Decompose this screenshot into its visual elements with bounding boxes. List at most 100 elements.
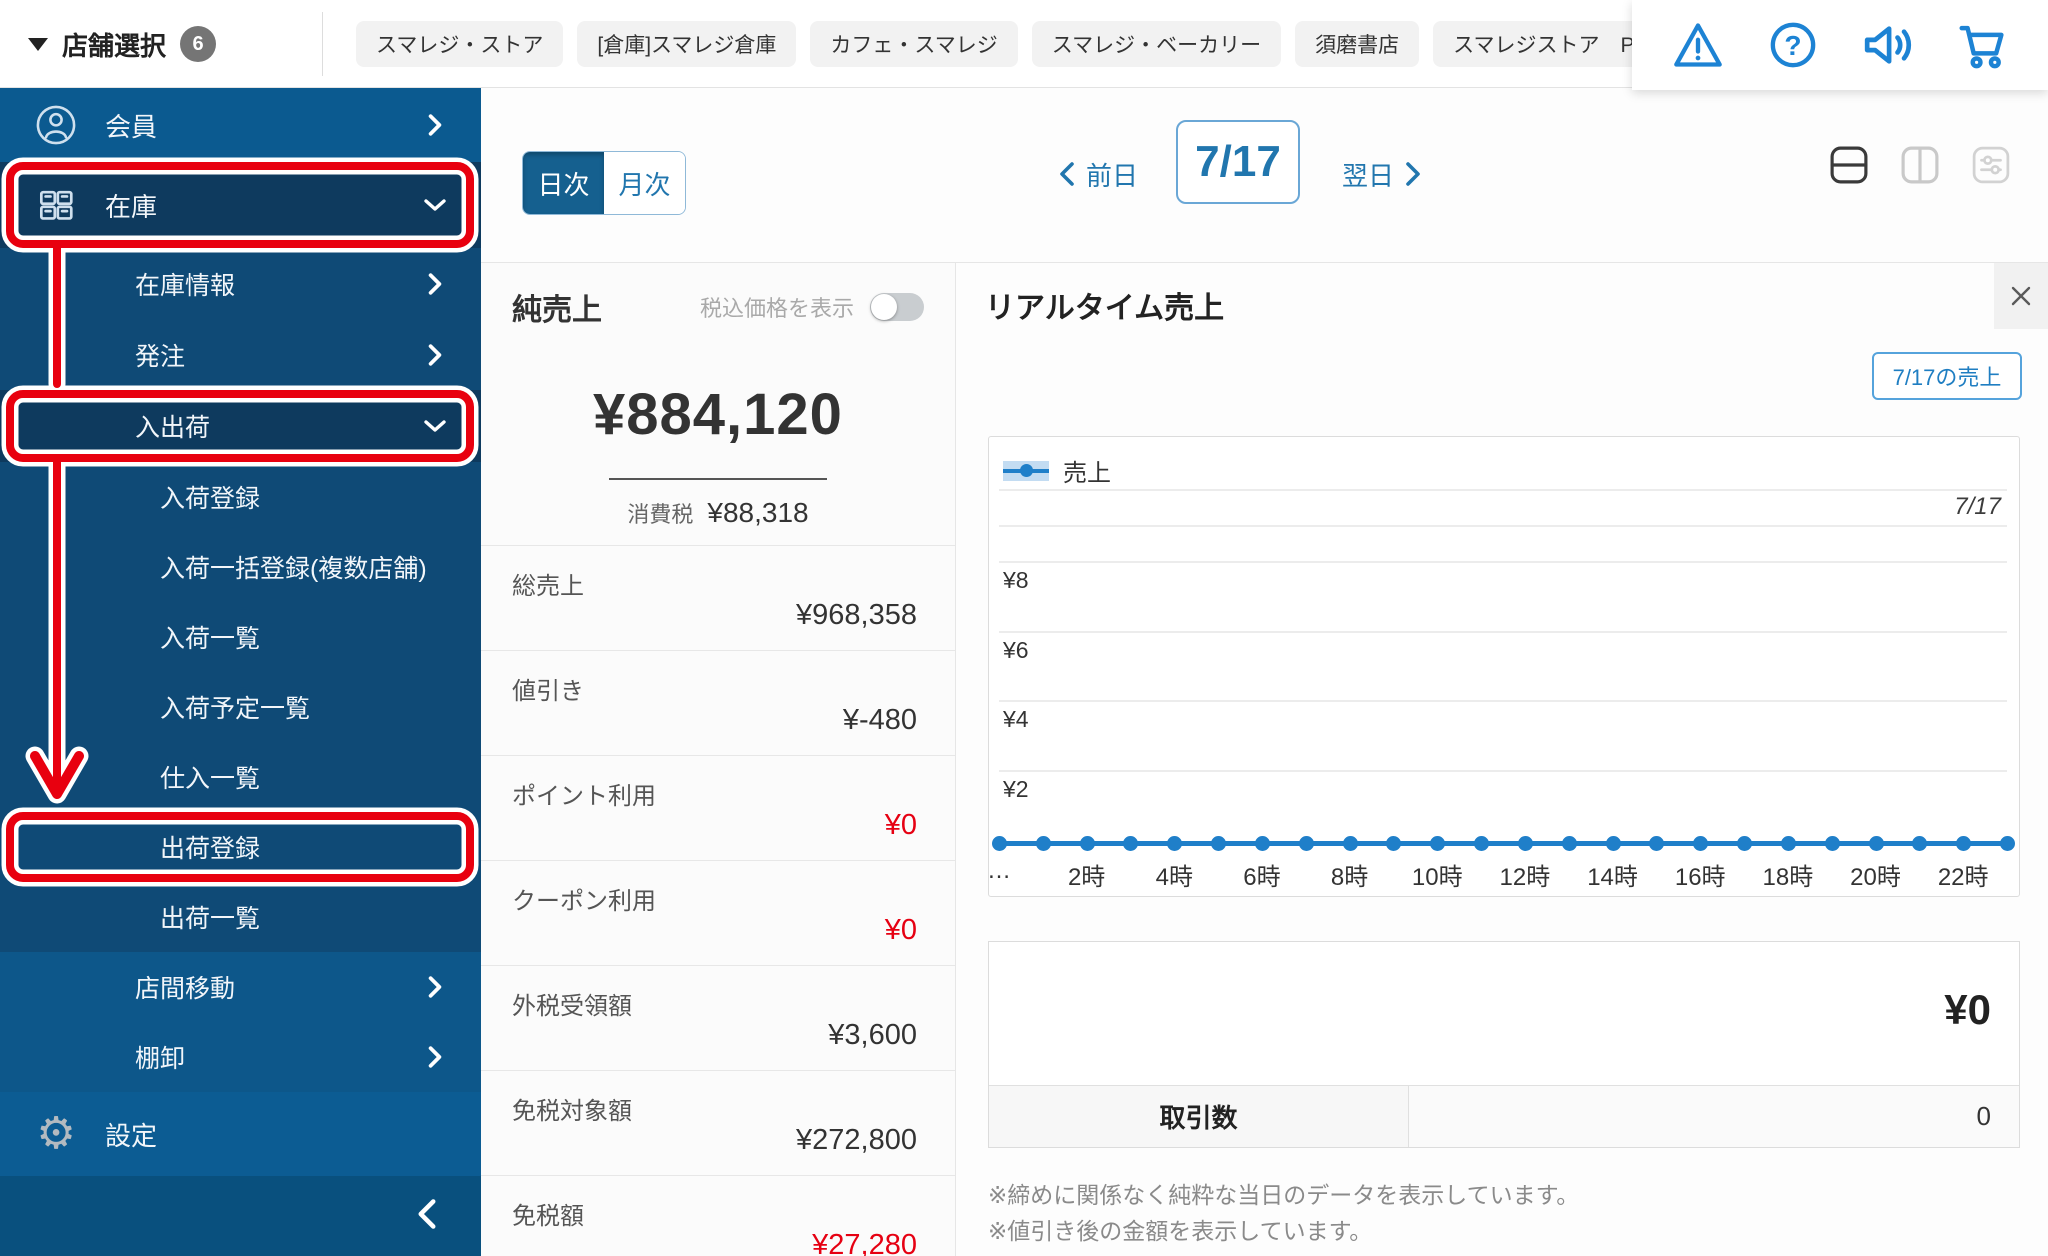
row-label: ポイント利用 (512, 783, 656, 810)
chart-legend[interactable]: 売上 (1003, 453, 1111, 488)
sidebar-item-label: 発注 (135, 343, 186, 371)
data-point (1474, 836, 1490, 851)
current-date-button[interactable]: 7/17 (1176, 120, 1300, 204)
data-point (1693, 836, 1709, 851)
sidebar-item-shipping-register[interactable]: 出荷登録 (0, 812, 481, 882)
row-value: ¥27,280 (812, 1229, 917, 1256)
data-point (1824, 836, 1840, 851)
chevron-right-icon (423, 113, 447, 137)
sidebar-item-inventory[interactable]: 在庫 (0, 162, 481, 248)
summary-row: ポイント利用 ¥0 (481, 755, 955, 860)
sidebar-item-label: 在庫情報 (135, 272, 236, 300)
announcement-icon[interactable] (1859, 17, 1915, 73)
store-tab[interactable]: [倉庫]スマレジ倉庫 (577, 21, 797, 67)
utility-icon-bar: ? (1632, 0, 2048, 90)
chart-date-annotation: 7/17 (1954, 493, 2001, 520)
daily-tab[interactable]: 日次 (523, 152, 604, 214)
sidebar-item-arrival-schedule-list[interactable]: 入荷予定一覧 (0, 672, 481, 742)
data-point (1211, 836, 1227, 851)
store-select-dropdown[interactable]: 店舗選択 6 (28, 0, 217, 88)
realtime-sales-title: リアルタイム売上 (985, 292, 1225, 325)
chevron-down-icon (423, 414, 447, 438)
sidebar-item-inventory-info[interactable]: 在庫情報 (0, 248, 481, 320)
cart-icon[interactable] (1954, 17, 2010, 73)
sidebar-item-ordering[interactable]: 発注 (0, 320, 481, 390)
data-point (1123, 836, 1139, 851)
chevron-right-icon (423, 1045, 447, 1069)
x-axis-tick-label: 16時 (1674, 864, 1726, 891)
sidebar-item-label: 入出荷 (135, 414, 211, 442)
alert-icon[interactable] (1670, 17, 1726, 73)
sidebar-item-label: 棚卸 (135, 1045, 186, 1073)
row-label: 外税受領額 (512, 993, 632, 1020)
store-select-label: 店舗選択 (62, 30, 167, 61)
sidebar-item-label: 店間移動 (135, 975, 236, 1003)
data-point (1386, 836, 1402, 851)
legend-line-marker-icon (1003, 460, 1049, 481)
divider (322, 12, 323, 76)
sidebar-item-purchase-list[interactable]: 仕入一覧 (0, 742, 481, 812)
tax-included-toggle[interactable] (870, 293, 924, 321)
store-tab[interactable]: スマレジ・ストア (356, 21, 564, 67)
daily-total-card: ¥0 取引数 0 (988, 941, 2020, 1148)
layout-columns-icon[interactable] (1901, 146, 1939, 184)
help-icon[interactable]: ? (1765, 17, 1821, 73)
inventory-icon (34, 183, 78, 227)
row-value: ¥3,600 (828, 1019, 917, 1051)
sidebar-item-arrival-list[interactable]: 入荷一覧 (0, 602, 481, 672)
prev-day-button[interactable]: 前日 (1060, 152, 1138, 196)
x-axis-tick-label: 14時 (1587, 864, 1638, 891)
day-sales-button[interactable]: 7/17の売上 (1872, 352, 2022, 400)
store-tab[interactable]: スマレジ・ベーカリー (1031, 21, 1282, 67)
next-day-button[interactable]: 翌日 (1342, 152, 1420, 196)
x-axis-labels: … 2時 4時 6時 8時 10時 12時 14時 16時 18時 20時 22時 (987, 857, 2007, 891)
sidebar-item-arrival-bulk-register[interactable]: 入荷一括登録(複数店舗) (0, 532, 481, 602)
transactions-value: 0 (1409, 1086, 2019, 1147)
row-value: ¥-480 (842, 704, 917, 736)
close-button[interactable] (1994, 263, 2048, 329)
transactions-row: 取引数 0 (989, 1085, 2019, 1147)
legend-label: 売上 (1063, 460, 1111, 487)
sidebar-item-store-transfer[interactable]: 店間移動 (0, 952, 481, 1022)
sidebar-item-arrival-register[interactable]: 入荷登録 (0, 462, 481, 532)
tax-toggle-label: 税込価格を表示 (699, 296, 854, 321)
gridline (999, 700, 2007, 702)
layout-rows-icon[interactable] (1830, 146, 1868, 184)
sidebar-nav: 会員 在庫 在庫情報 発注 入出荷 入荷登録 入荷一括登録(複数店舗) 入荷一覧… (0, 88, 481, 1256)
close-icon (2011, 286, 2031, 306)
chevron-right-icon (1406, 162, 1420, 186)
store-tab[interactable]: 須磨書店 (1295, 21, 1420, 67)
store-tab[interactable]: カフェ・スマレジ (810, 21, 1018, 67)
data-point (1035, 836, 1051, 851)
layout-settings-icon[interactable] (1972, 146, 2010, 184)
monthly-tab[interactable]: 月次 (604, 152, 685, 214)
row-label: 値引き (512, 678, 584, 705)
period-toggle: 日次 月次 (522, 151, 686, 215)
app-root: 店舗選択 6 スマレジ・ストア [倉庫]スマレジ倉庫 カフェ・スマレジ スマレジ… (0, 0, 2048, 1256)
x-axis-tick-label: 20時 (1850, 864, 1901, 891)
sidebar-item-label: 会員 (105, 111, 158, 142)
sidebar-item-label: 入荷予定一覧 (160, 695, 311, 723)
row-label: 免税額 (512, 1203, 584, 1230)
sidebar-item-stocktaking[interactable]: 棚卸 (0, 1022, 481, 1092)
member-icon (34, 103, 78, 147)
summary-row: 免税対象額 ¥272,800 (481, 1070, 955, 1175)
x-axis-tick-label: 10時 (1411, 864, 1463, 891)
x-axis-tick-label: 18時 (1762, 864, 1814, 891)
data-point (1868, 836, 1884, 851)
sidebar-item-label: 出荷一覧 (160, 905, 261, 933)
footnote: ※値引き後の金額を表示しています。 (988, 1218, 1373, 1244)
x-axis-tick-label: 6時 (1243, 864, 1281, 891)
chevron-right-icon (423, 343, 447, 367)
data-point (1737, 836, 1753, 851)
x-axis-tick-label: 12時 (1499, 864, 1551, 891)
sidebar-collapse-button[interactable] (0, 1176, 481, 1256)
sidebar-item-settings[interactable]: 設定 (0, 1092, 481, 1176)
sidebar-item-members[interactable]: 会員 (0, 88, 481, 162)
data-point (1517, 836, 1533, 851)
sidebar-item-shipping-list[interactable]: 出荷一覧 (0, 882, 481, 952)
sidebar-item-in-out-shipping[interactable]: 入出荷 (0, 390, 481, 462)
data-point (1649, 836, 1665, 851)
store-tabs: スマレジ・ストア [倉庫]スマレジ倉庫 カフェ・スマレジ スマレジ・ベーカリー … (356, 21, 1786, 67)
footnote: ※締めに関係なく純粋な当日のデータを表示しています。 (988, 1182, 1580, 1208)
